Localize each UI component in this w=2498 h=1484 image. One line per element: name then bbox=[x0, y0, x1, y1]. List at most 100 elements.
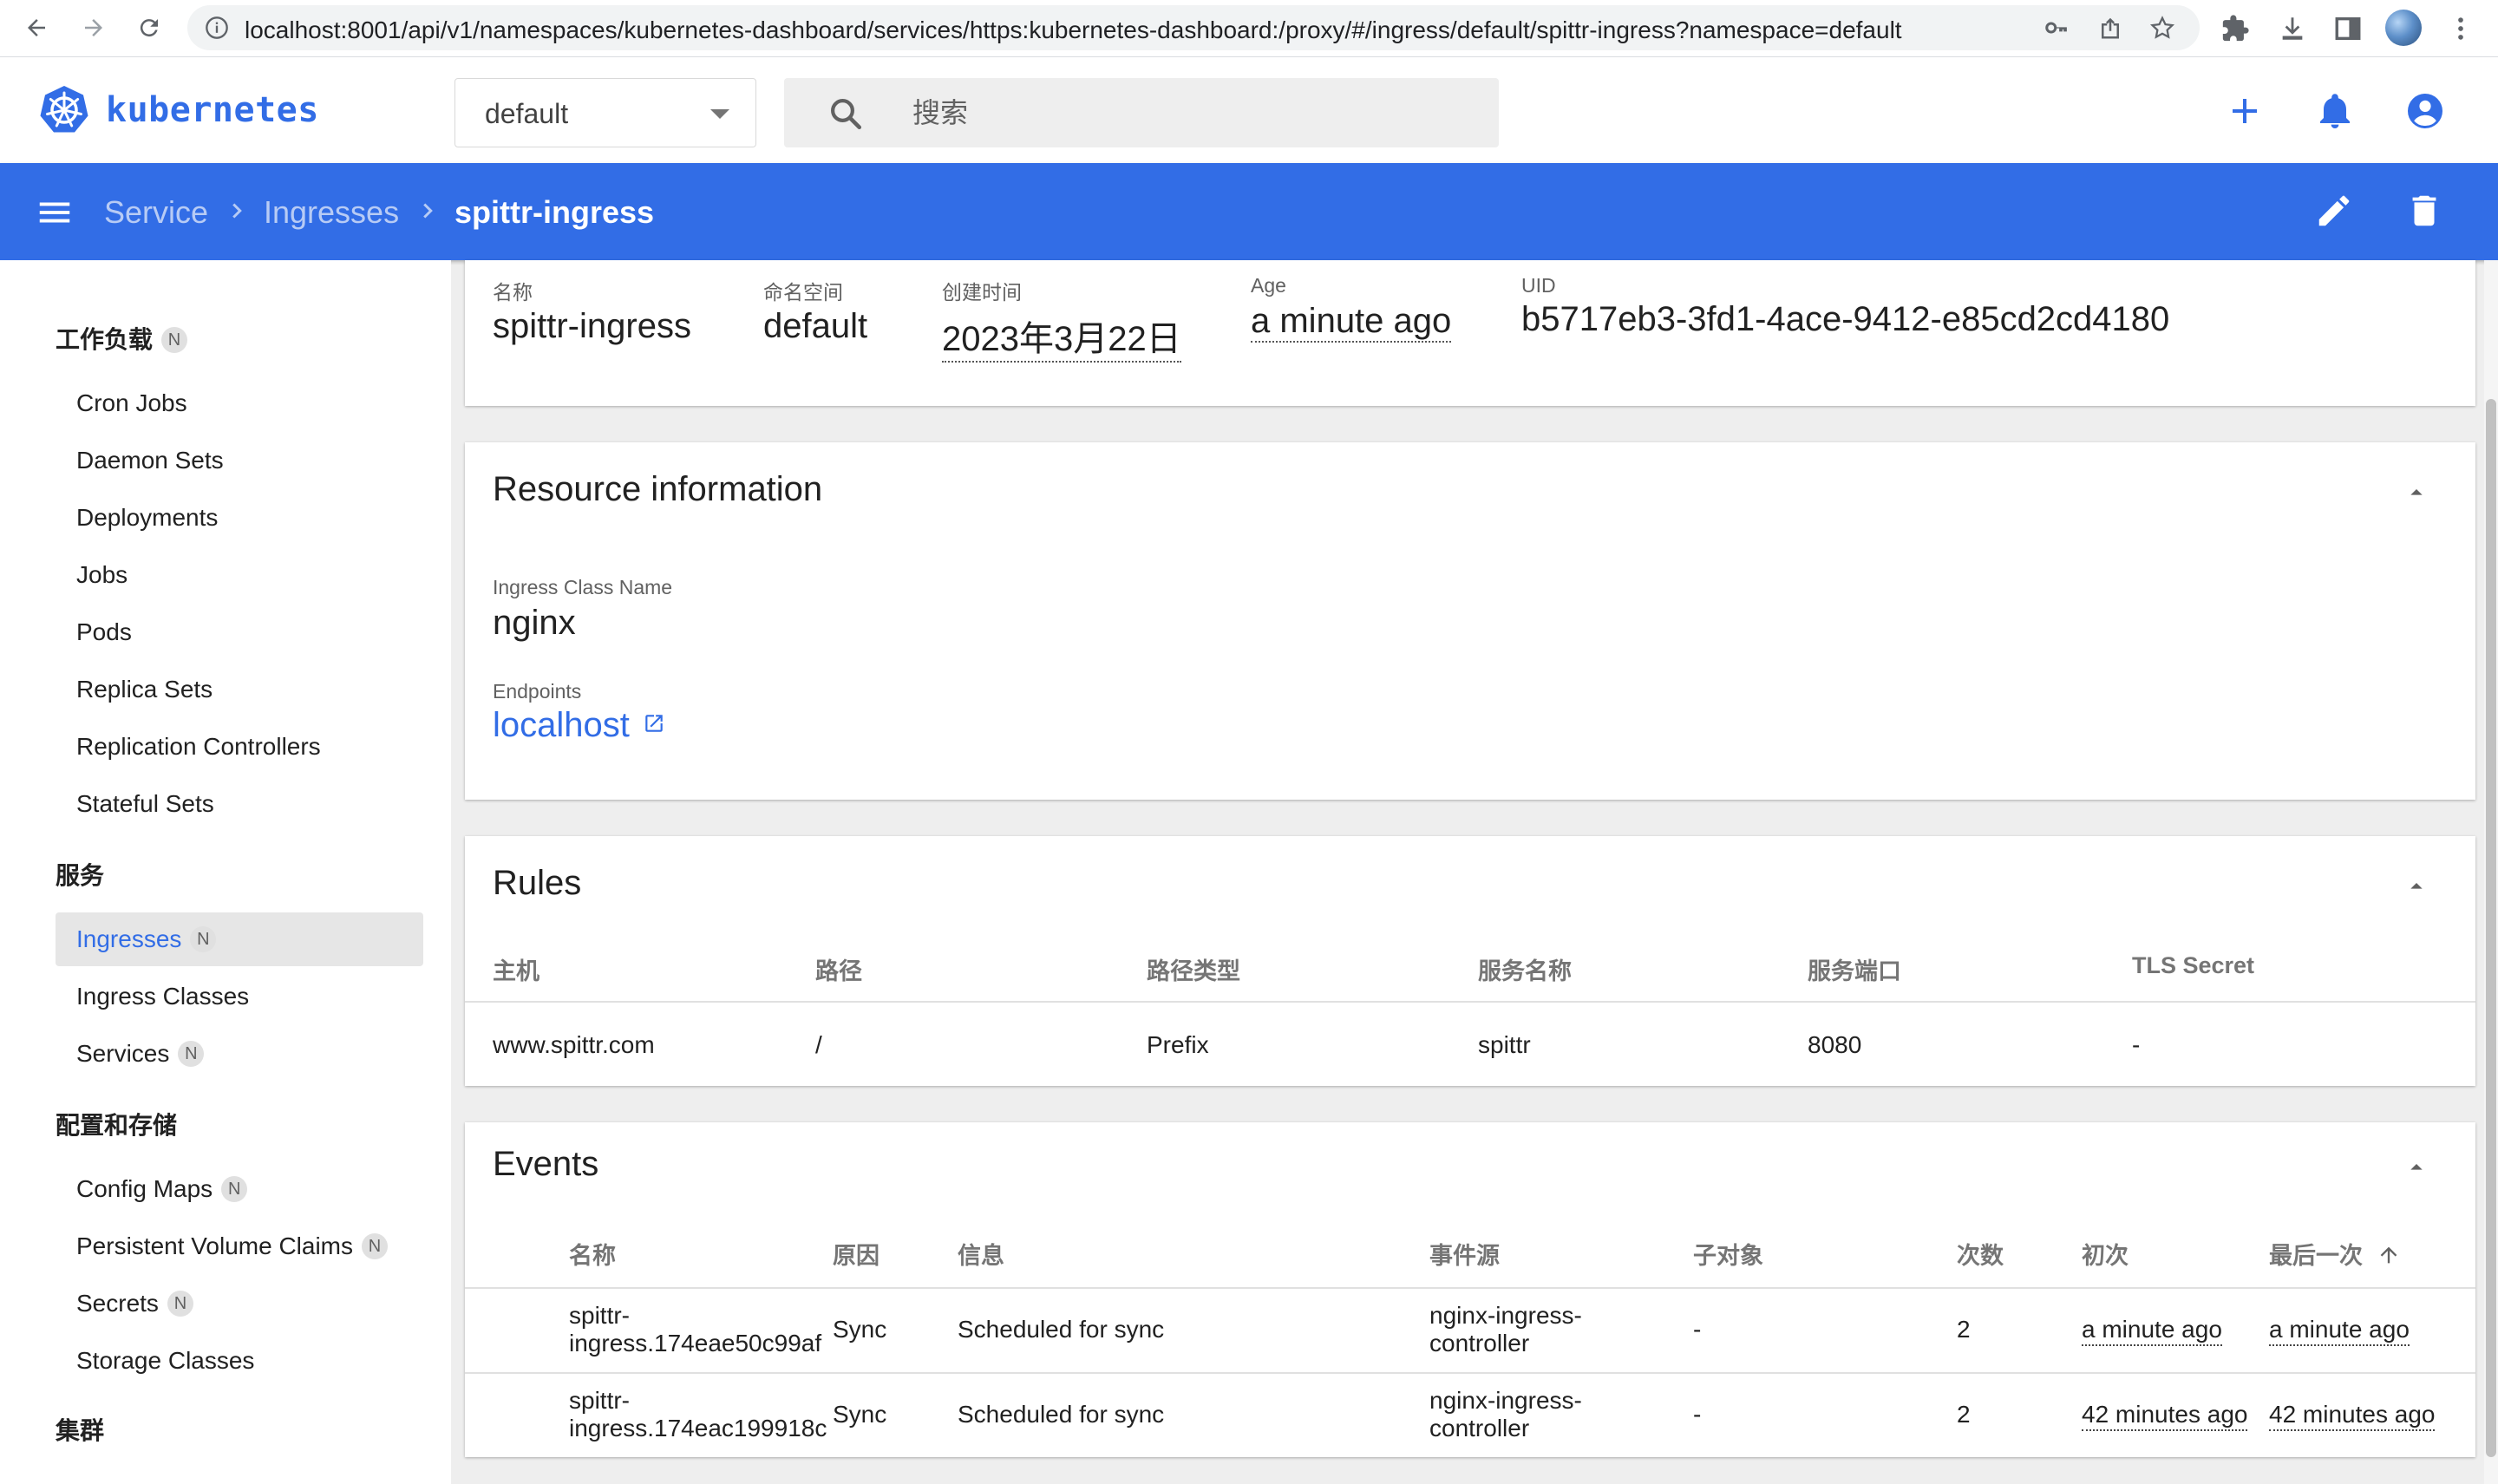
column-header-host: 主机 bbox=[493, 958, 539, 984]
event-sub-object: - bbox=[1693, 1316, 1702, 1343]
sidebar-item-storage-classes[interactable]: Storage Classes bbox=[56, 1334, 423, 1388]
sidebar-item-label: Deployments bbox=[76, 504, 219, 531]
sidebar-item-ingress-classes[interactable]: Ingress Classes bbox=[56, 970, 423, 1023]
key-icon[interactable] bbox=[2044, 15, 2070, 41]
namespaced-badge: N bbox=[190, 926, 217, 952]
forward-button[interactable] bbox=[76, 10, 111, 45]
address-bar[interactable]: localhost:8001/api/v1/namespaces/kuberne… bbox=[187, 5, 2200, 50]
delete-icon[interactable] bbox=[2404, 191, 2444, 231]
sidebar-item-replica-sets[interactable]: Replica Sets bbox=[56, 663, 423, 716]
share-icon[interactable] bbox=[2097, 15, 2123, 41]
card-title: Events bbox=[493, 1145, 599, 1183]
sidebar-item-replication-controllers[interactable]: Replication Controllers bbox=[56, 720, 423, 774]
sidebar-item-cron-jobs[interactable]: Cron Jobs bbox=[56, 376, 423, 430]
back-button[interactable] bbox=[19, 10, 54, 45]
sidebar-section-config-storage[interactable]: 配置和存储 bbox=[56, 1107, 177, 1141]
event-first-seen[interactable]: 42 minutes ago bbox=[2082, 1400, 2248, 1431]
collapse-up-icon[interactable] bbox=[2403, 873, 2430, 900]
profile-avatar[interactable] bbox=[2385, 10, 2422, 46]
rule-path-type: Prefix bbox=[1147, 1031, 1209, 1058]
app-header: kubernetes default bbox=[0, 57, 2498, 163]
rule-host-link[interactable]: www.spittr.com bbox=[493, 1030, 655, 1060]
column-header-source[interactable]: 事件源 bbox=[1429, 1237, 1500, 1271]
star-icon[interactable] bbox=[2149, 15, 2175, 41]
event-name-line1: spittr- bbox=[569, 1302, 630, 1329]
event-last-seen[interactable]: 42 minutes ago bbox=[2269, 1400, 2436, 1431]
namespaced-badge: N bbox=[161, 327, 188, 353]
sidebar-section-workloads[interactable]: 工作负载 N bbox=[56, 321, 188, 356]
name-value: spittr-ingress bbox=[493, 307, 691, 345]
reload-button[interactable] bbox=[132, 10, 167, 45]
endpoint-link[interactable]: localhost bbox=[493, 706, 665, 745]
endpoint-text: localhost bbox=[493, 706, 630, 744]
chevron-right-icon bbox=[232, 203, 242, 219]
sidebar-item-pods[interactable]: Pods bbox=[56, 605, 423, 659]
rule-service-link[interactable]: spittr bbox=[1478, 1030, 1531, 1060]
side-panel-icon[interactable] bbox=[2333, 14, 2363, 43]
sidebar-section-services[interactable]: 服务 bbox=[56, 857, 104, 892]
scrollbar-thumb[interactable] bbox=[2486, 399, 2496, 1457]
column-header-reason[interactable]: 原因 bbox=[833, 1237, 880, 1271]
breadcrumb-ingresses[interactable]: Ingresses bbox=[264, 194, 399, 231]
search-input[interactable] bbox=[911, 92, 1466, 134]
sidebar-item-services[interactable]: Services N bbox=[56, 1027, 423, 1081]
age-value[interactable]: a minute ago bbox=[1251, 302, 1452, 343]
uid-label: UID bbox=[1521, 274, 1556, 297]
breadcrumb-service[interactable]: Service bbox=[104, 194, 208, 231]
sidebar-item-label: Replication Controllers bbox=[76, 733, 321, 760]
sidebar-section-title: 配置和存储 bbox=[56, 1112, 178, 1139]
namespaced-badge: N bbox=[178, 1041, 205, 1067]
column-header-name[interactable]: 名称 bbox=[569, 1237, 616, 1271]
age-label: Age bbox=[1251, 274, 1286, 297]
sidebar-section-title: 服务 bbox=[56, 862, 105, 889]
column-header-count[interactable]: 次数 bbox=[1957, 1237, 2004, 1271]
namespace-value: default bbox=[485, 98, 569, 129]
more-vert-icon[interactable] bbox=[2446, 14, 2475, 43]
sidebar-item-secrets[interactable]: Secrets N bbox=[56, 1277, 423, 1330]
rule-service-port: 8080 bbox=[1808, 1031, 1862, 1058]
event-last-seen[interactable]: a minute ago bbox=[2269, 1315, 2410, 1346]
sidebar-item-jobs[interactable]: Jobs bbox=[56, 548, 423, 602]
column-header-tls-secret: TLS Secret bbox=[2132, 952, 2255, 978]
column-header-last-seen[interactable]: 最后一次 bbox=[2269, 1237, 2401, 1271]
column-header-first-seen[interactable]: 初次 bbox=[2082, 1237, 2129, 1271]
namespace-select[interactable]: default bbox=[454, 78, 756, 147]
event-source-line1: nginx-ingress- bbox=[1429, 1387, 1582, 1414]
download-icon[interactable] bbox=[2278, 14, 2307, 43]
collapse-up-icon[interactable] bbox=[2403, 479, 2430, 507]
extensions-icon[interactable] bbox=[2220, 14, 2250, 43]
sidebar: 工作负载 N Cron Jobs Daemon Sets Deployments … bbox=[0, 260, 451, 1484]
column-header-message[interactable]: 信息 bbox=[958, 1237, 1004, 1271]
sidebar-item-stateful-sets[interactable]: Stateful Sets bbox=[56, 777, 423, 831]
event-first-seen[interactable]: a minute ago bbox=[2082, 1315, 2222, 1346]
url-text[interactable]: localhost:8001/api/v1/namespaces/kuberne… bbox=[245, 16, 1902, 44]
brand-title[interactable]: kubernetes bbox=[106, 90, 319, 130]
sidebar-item-text: Services bbox=[76, 1040, 170, 1067]
event-message: Scheduled for sync bbox=[958, 1401, 1165, 1428]
menu-icon[interactable] bbox=[35, 193, 75, 232]
add-icon[interactable] bbox=[2224, 90, 2266, 132]
sidebar-item-label: Cron Jobs bbox=[76, 389, 187, 416]
info-icon[interactable] bbox=[205, 16, 229, 40]
created-value[interactable]: 2023年3月22日 bbox=[942, 311, 1181, 363]
collapse-up-icon[interactable] bbox=[2403, 1154, 2430, 1181]
column-header-service-port: 服务端口 bbox=[1808, 958, 1901, 984]
bell-icon[interactable] bbox=[2314, 90, 2356, 132]
kubernetes-logo-icon[interactable] bbox=[38, 84, 90, 136]
rule-path: / bbox=[815, 1031, 822, 1058]
table-divider bbox=[465, 1372, 2475, 1374]
sidebar-item-daemon-sets[interactable]: Daemon Sets bbox=[56, 434, 423, 487]
column-header-service-name: 服务名称 bbox=[1478, 958, 1572, 984]
column-header-sub-object[interactable]: 子对象 bbox=[1693, 1237, 1763, 1271]
sidebar-item-deployments[interactable]: Deployments bbox=[56, 491, 423, 545]
sidebar-item-text: Secrets bbox=[76, 1290, 159, 1317]
sidebar-item-persistent-volume-claims[interactable]: Persistent Volume Claims N bbox=[56, 1219, 423, 1273]
search-box[interactable] bbox=[784, 78, 1499, 147]
breadcrumb-toolbar: Service Ingresses spittr-ingress bbox=[0, 163, 2498, 260]
sidebar-section-cluster[interactable]: 集群 bbox=[56, 1412, 104, 1447]
event-name-line2: ingress.174eae50c99af bbox=[569, 1330, 822, 1357]
sidebar-item-ingresses[interactable]: Ingresses N bbox=[56, 912, 423, 966]
sidebar-item-config-maps[interactable]: Config Maps N bbox=[56, 1162, 423, 1216]
edit-icon[interactable] bbox=[2314, 191, 2354, 231]
account-icon[interactable] bbox=[2404, 90, 2446, 132]
